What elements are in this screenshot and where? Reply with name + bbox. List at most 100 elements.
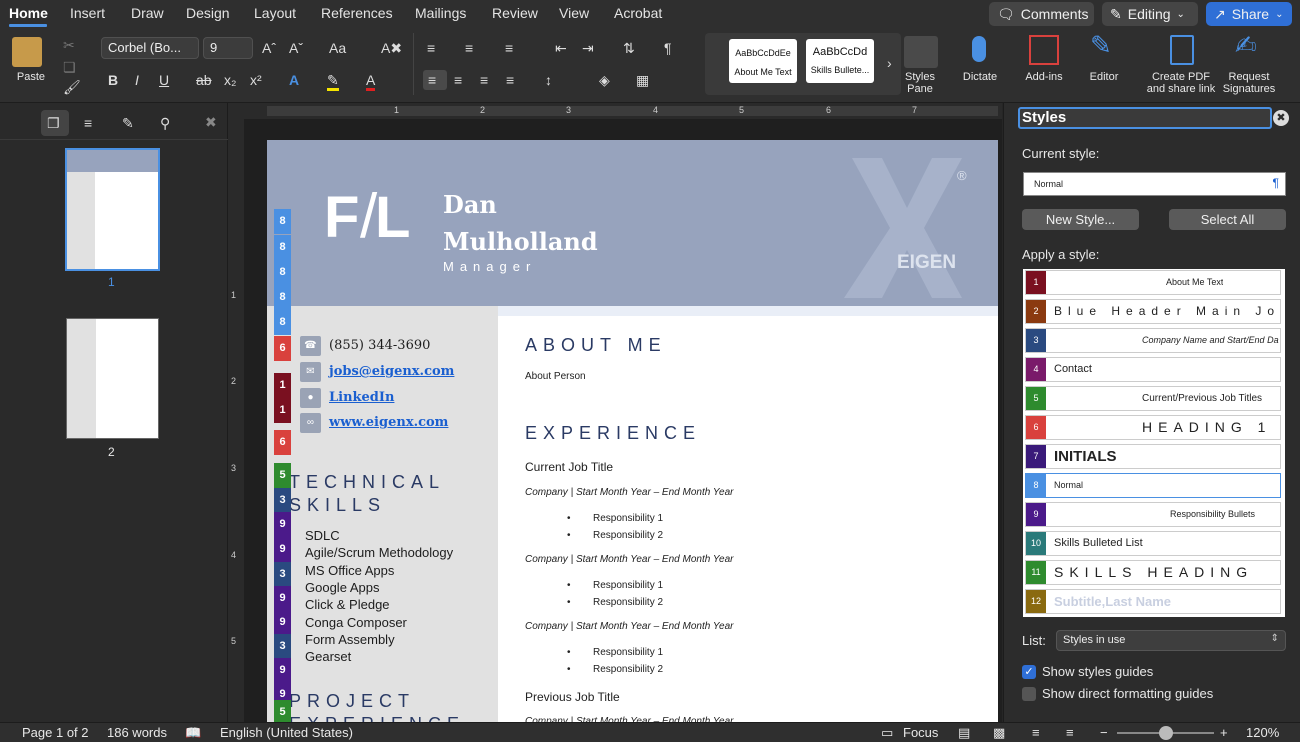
show-paragraph-marks-icon[interactable]: ¶ (664, 40, 672, 56)
create-pdf-icon[interactable] (1170, 35, 1194, 65)
style-item-9[interactable]: 9 Responsibility Bullets (1025, 502, 1281, 527)
multilevel-list-icon[interactable]: ≡ (505, 40, 513, 56)
contact-website-link[interactable]: www.eigenx.com (329, 415, 448, 430)
outline-view-icon[interactable]: ≡ (1032, 725, 1040, 740)
tab-layout[interactable]: Layout (254, 5, 296, 21)
superscript-icon[interactable]: x² (250, 72, 262, 88)
editor-icon[interactable]: ✎ (1090, 32, 1112, 58)
print-layout-icon[interactable]: ▤ (958, 725, 970, 741)
style-item-4[interactable]: 4 Contact (1025, 357, 1281, 382)
style-item-7[interactable]: 7 INITIALS (1025, 444, 1281, 469)
highlight-icon[interactable]: ✎ (327, 72, 339, 91)
microphone-icon[interactable] (972, 36, 986, 62)
styles-pane-title-field[interactable]: Styles (1018, 107, 1272, 129)
underline-icon[interactable]: U (159, 72, 169, 88)
document-canvas[interactable]: F / L Dan Mulholland Manager EIGEN ® ☎ (… (244, 119, 1002, 722)
tab-mailings[interactable]: Mailings (415, 5, 466, 21)
bold-icon[interactable]: B (108, 72, 118, 88)
strikethrough-icon[interactable]: ab (196, 72, 212, 88)
tab-references[interactable]: References (321, 5, 393, 21)
tab-view[interactable]: View (559, 5, 589, 21)
shrink-font-icon[interactable]: Aˇ (289, 40, 303, 56)
style-item-6[interactable]: 6 HEADING 1 (1025, 415, 1281, 440)
page-count[interactable]: Page 1 of 2 (22, 725, 89, 740)
signature-icon[interactable]: ✍ (1235, 32, 1257, 58)
font-color-icon[interactable]: A (366, 72, 376, 91)
format-painter-icon[interactable]: 🖌 (63, 79, 81, 95)
list-filter-select[interactable]: Styles in use ⇕ (1056, 630, 1286, 651)
close-icon[interactable]: ✖ (1273, 110, 1289, 126)
font-name-select[interactable]: Corbel (Bo... (101, 37, 199, 59)
show-styles-guides-checkbox[interactable]: ✓ (1022, 665, 1036, 679)
tab-insert[interactable]: Insert (70, 5, 105, 21)
line-spacing-icon[interactable]: ↕ (545, 72, 552, 88)
align-right-icon[interactable]: ≡ (480, 72, 488, 88)
add-ins-icon[interactable] (1029, 35, 1059, 65)
change-case-icon[interactable]: Aa (329, 40, 346, 56)
style-item-12[interactable]: 12 Subtitle,Last Name (1025, 589, 1281, 614)
proofing-icon[interactable]: 📖 (185, 725, 201, 741)
new-style-button[interactable]: New Style... (1022, 209, 1139, 230)
zoom-in-icon[interactable]: + (1220, 725, 1228, 740)
numbering-icon[interactable]: ≡ (465, 40, 473, 56)
gallery-style-about-me[interactable]: AaBbCcDdEe About Me Text (729, 39, 797, 83)
styles-pane-icon[interactable] (904, 36, 938, 68)
page-thumbnail-2[interactable] (66, 318, 159, 439)
subscript-icon[interactable]: x₂ (224, 72, 236, 88)
zoom-out-icon[interactable]: − (1100, 725, 1108, 740)
draft-view-icon[interactable]: ≡ (1066, 725, 1074, 740)
share-button[interactable]: ↗ Share ⌄ (1206, 2, 1292, 26)
style-item-8[interactable]: 8 Normal (1025, 473, 1281, 498)
align-center-icon[interactable]: ≡ (454, 72, 462, 88)
changes-icon[interactable]: ✎ (122, 115, 134, 131)
style-item-2[interactable]: 2 Blue Header Main Job (1025, 299, 1281, 324)
cut-icon[interactable]: ✂ (63, 37, 75, 53)
font-size-select[interactable]: 9 (203, 37, 253, 59)
vertical-ruler[interactable]: 1 2 3 4 5 (228, 103, 244, 722)
outline-icon[interactable]: ≡ (84, 115, 92, 131)
word-count[interactable]: 186 words (107, 725, 167, 740)
style-item-1[interactable]: 1 About Me Text (1025, 270, 1281, 295)
tab-design[interactable]: Design (186, 5, 230, 21)
select-all-button[interactable]: Select All (1169, 209, 1286, 230)
style-item-10[interactable]: 10 Skills Bulleted List (1025, 531, 1281, 556)
tab-review[interactable]: Review (492, 5, 538, 21)
grow-font-icon[interactable]: Aˆ (262, 40, 276, 56)
zoom-level[interactable]: 120% (1246, 725, 1279, 740)
comments-button[interactable]: 🗨 Comments (989, 2, 1094, 26)
decrease-indent-icon[interactable]: ⇤ (555, 40, 567, 56)
show-direct-formatting-checkbox[interactable] (1022, 687, 1036, 701)
gallery-next-icon[interactable]: › (887, 55, 892, 71)
page-thumbnail-1[interactable] (65, 148, 160, 271)
gallery-style-skills-bullets[interactable]: AaBbCcDd Skills Bullete... (806, 39, 874, 83)
editing-mode-button[interactable]: ✎ Editing ⌄ (1102, 2, 1198, 26)
contact-email-link[interactable]: jobs@eigenx.com (329, 364, 454, 379)
search-icon[interactable]: ⚲ (160, 115, 170, 131)
focus-icon[interactable]: ▭ (881, 725, 893, 741)
bullets-icon[interactable]: ≡ (427, 40, 435, 56)
style-item-3[interactable]: 3 Company Name and Start/End Da (1025, 328, 1281, 353)
document-page[interactable]: F / L Dan Mulholland Manager EIGEN ® ☎ (… (267, 140, 998, 722)
horizontal-ruler[interactable]: 1 2 3 4 5 6 7 (244, 103, 1002, 119)
shading-icon[interactable]: ◈ (599, 72, 610, 88)
paste-icon[interactable] (12, 37, 42, 67)
justify-icon[interactable]: ≡ (506, 72, 514, 88)
tab-acrobat[interactable]: Acrobat (614, 5, 662, 21)
clear-formatting-icon[interactable]: A✖ (381, 40, 402, 56)
web-layout-icon[interactable]: ▩ (993, 725, 1005, 741)
zoom-slider-thumb[interactable] (1159, 726, 1173, 740)
focus-label[interactable]: Focus (903, 725, 938, 740)
style-item-11[interactable]: 11 SKILLS HEADING (1025, 560, 1281, 585)
close-icon[interactable]: ✖ (205, 114, 217, 130)
style-item-5[interactable]: 5 Current/Previous Job Titles (1025, 386, 1281, 411)
contact-linkedin-link[interactable]: LinkedIn (329, 390, 394, 405)
borders-icon[interactable]: ▦ (636, 72, 649, 88)
copy-icon[interactable]: ❏ (63, 59, 76, 75)
italic-icon[interactable]: I (135, 72, 139, 88)
text-effects-icon[interactable]: A (289, 72, 299, 88)
tab-home[interactable]: Home (9, 5, 48, 21)
styles-list[interactable]: 1 About Me Text 2 Blue Header Main Job 3 Comp… (1023, 269, 1285, 617)
sort-icon[interactable]: ⇅ (623, 40, 635, 56)
language-indicator[interactable]: English (United States) (220, 725, 353, 740)
increase-indent-icon[interactable]: ⇥ (582, 40, 594, 56)
